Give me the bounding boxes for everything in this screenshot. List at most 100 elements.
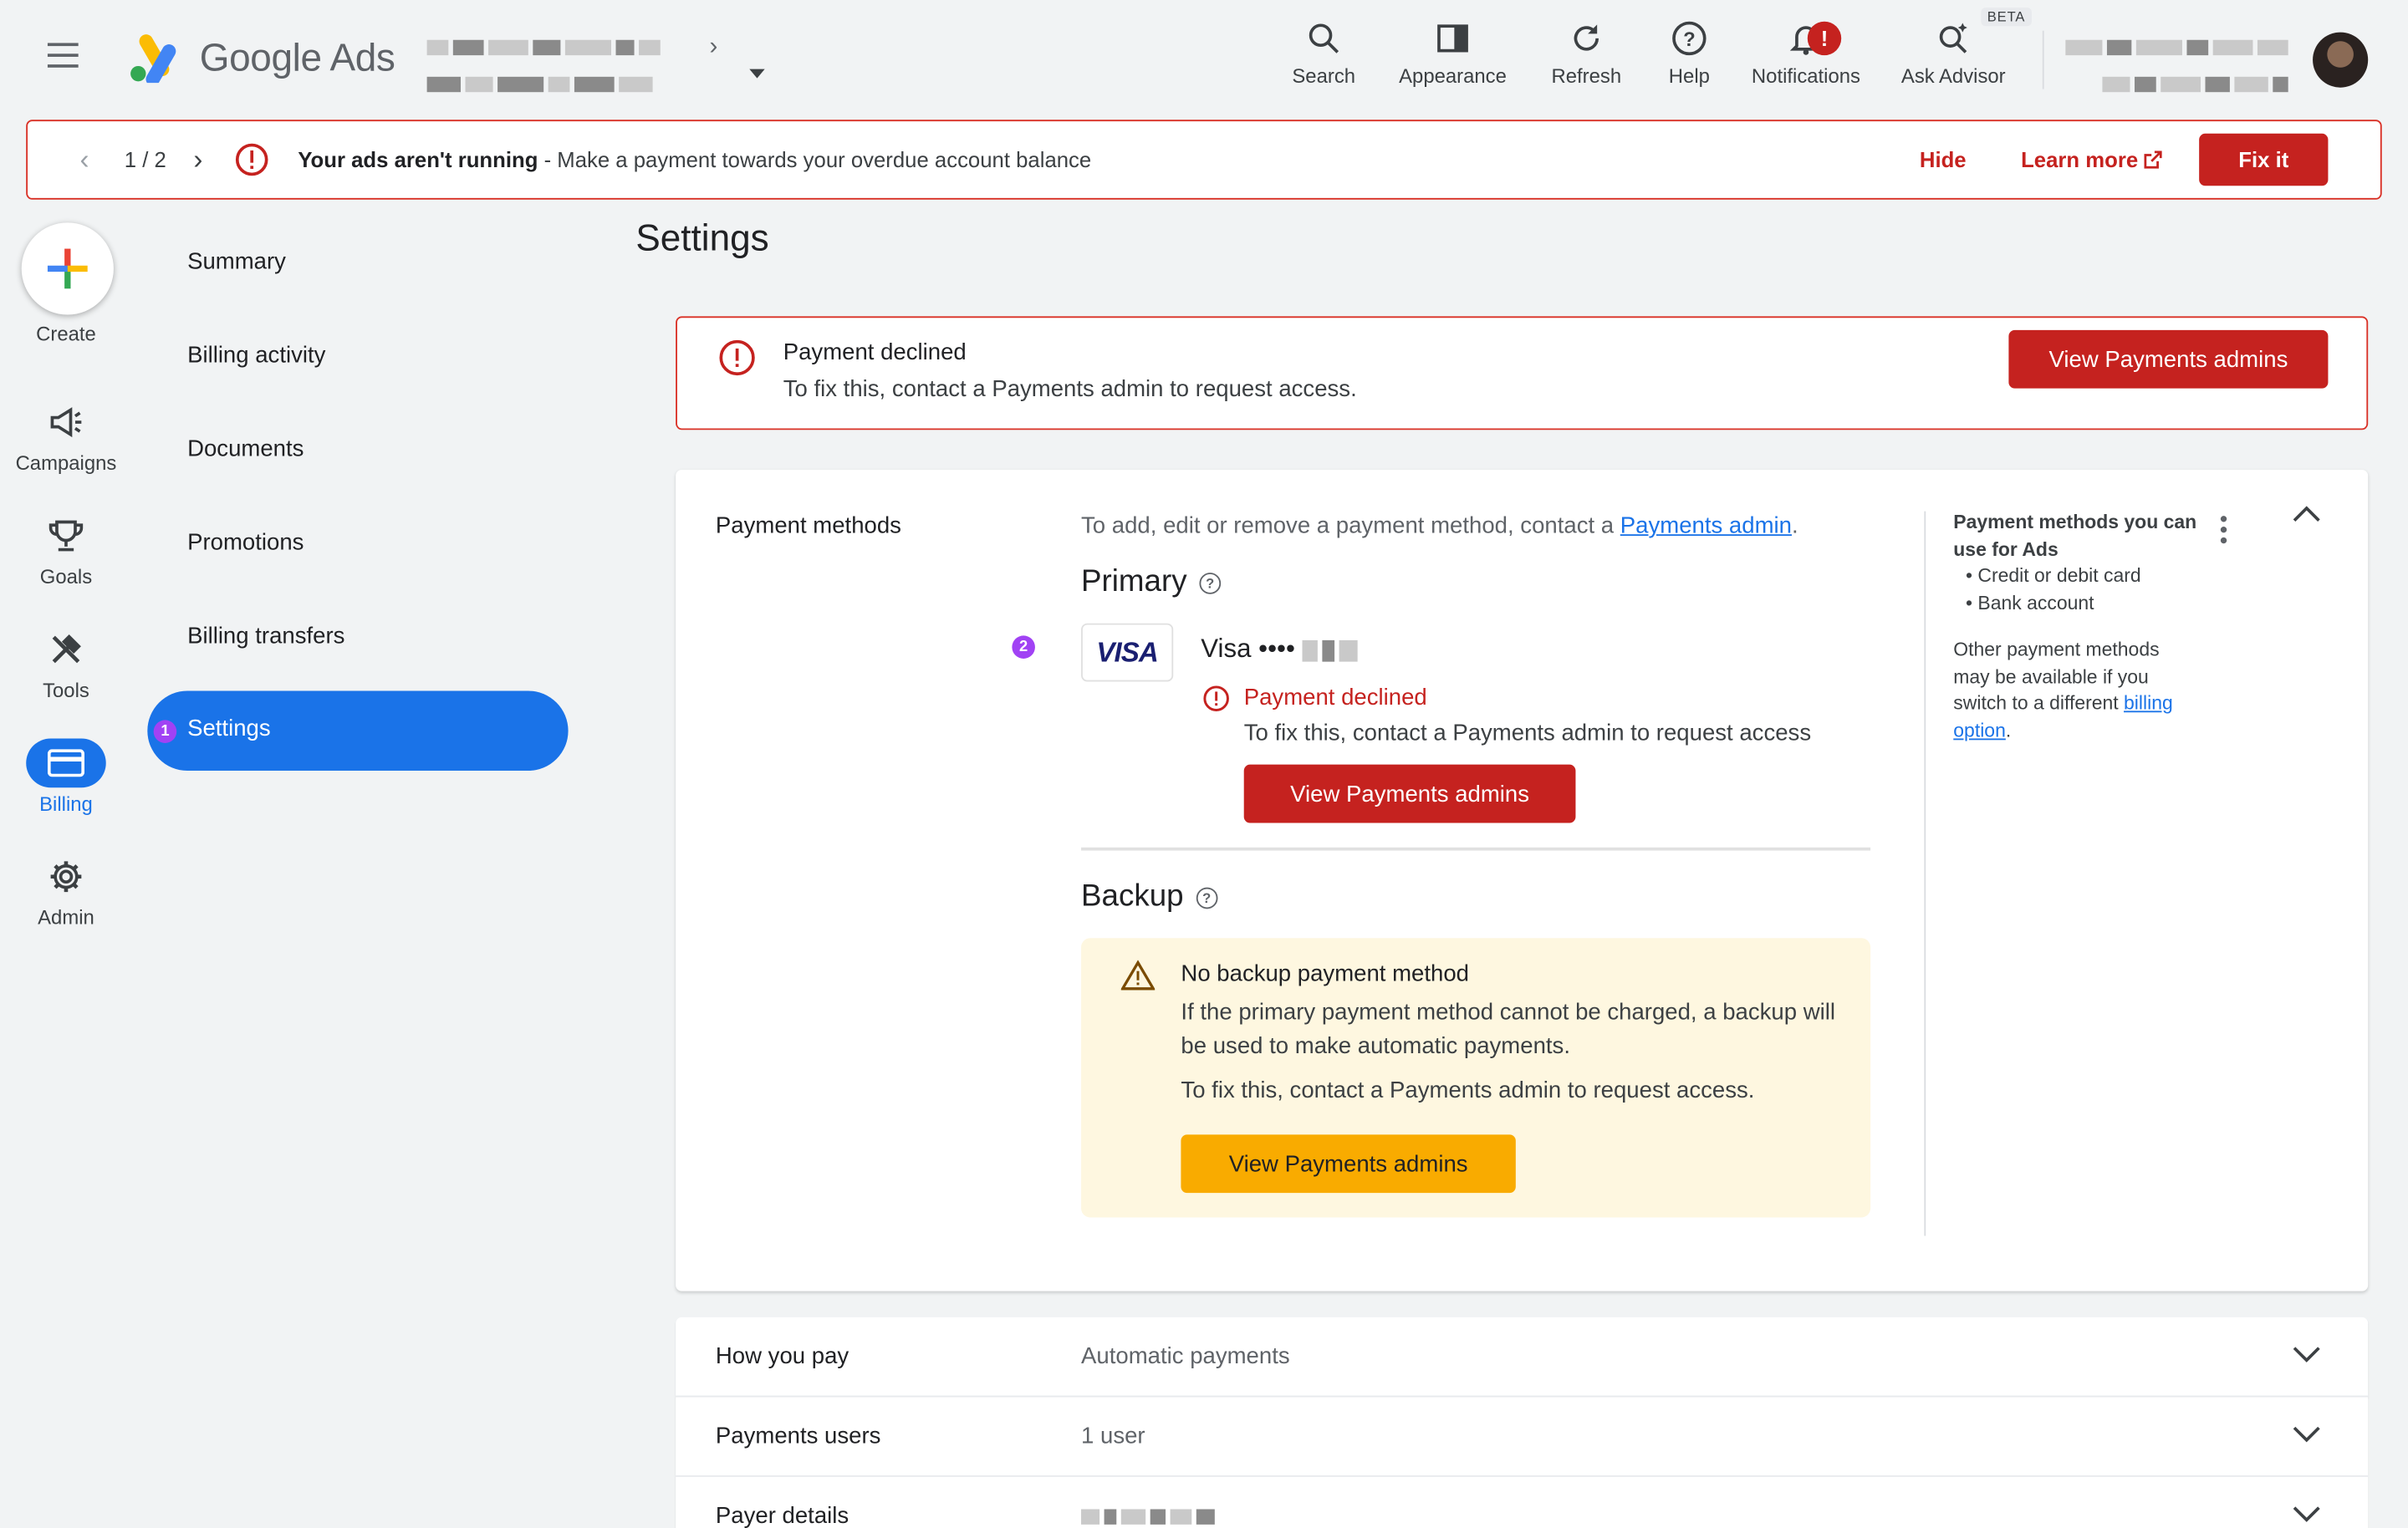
search-icon [1290,15,1358,61]
toolbar-notifications-label: Notifications [1751,64,1860,88]
how-you-pay-row[interactable]: How you pay Automatic payments [676,1317,2369,1398]
side-title: Payment methods you can use for Ads [1953,511,2197,560]
payment-methods-card: Payment methods To add, edit or remove a… [676,470,2369,1291]
primary-heading: Primary? [1081,565,1221,600]
rail-campaigns-label[interactable]: Campaigns [0,451,132,475]
banner-next-icon[interactable]: › [193,145,202,177]
payment-declined-card: Payment declined To fix this, contact a … [676,316,2369,430]
learn-more-link[interactable]: Learn more [2021,147,2162,172]
row-label: Payer details [715,1503,849,1528]
payment-options-info: Payment methods you can use for Ads Cred… [1953,510,2199,745]
declined-desc: To fix this, contact a Payments admin to… [783,375,1357,403]
toolbar-appearance-label: Appearance [1399,64,1507,88]
chevron-up-icon[interactable] [2291,503,2322,532]
chevron-down-icon[interactable] [2291,1424,2322,1453]
help-icon[interactable]: ? [1199,572,1221,594]
account-selector[interactable] [426,33,704,98]
toolbar-appearance[interactable]: Appearance [1395,15,1512,88]
row-label: Payments users [715,1423,881,1449]
fix-it-button[interactable]: Fix it [2199,133,2329,186]
payer-details-row[interactable]: Payer details [676,1476,2369,1528]
declined-title: Payment declined [783,339,967,366]
chevron-down-icon[interactable] [2291,1343,2322,1373]
user-account-info[interactable] [2065,33,2296,98]
toolbar-notifications[interactable]: ! Notifications [1742,15,1870,88]
toolbar-search[interactable]: Search [1290,15,1358,88]
rail-billing-label[interactable]: Billing [0,792,132,816]
backup-warning: No backup payment method If the primary … [1081,938,1871,1218]
subnav-billing-activity[interactable]: Billing activity [187,343,325,369]
chevron-down-icon[interactable] [2291,1503,2322,1528]
backup-heading: Backup? [1081,879,1217,914]
trophy-icon[interactable] [43,516,89,556]
credit-card-icon[interactable] [26,738,106,788]
notification-badge: ! [1807,21,1842,56]
row-label: How you pay [715,1343,849,1370]
rail-tools-label[interactable]: Tools [0,679,132,702]
svg-text:?: ? [1683,28,1696,51]
primary-desc: To fix this, contact a Payments admin to… [1243,720,1812,746]
more-options-icon[interactable] [2220,516,2230,548]
google-ads-logo[interactable] [127,33,182,90]
gear-icon[interactable] [43,857,89,897]
toolbar-refresh[interactable]: Refresh [1548,15,1625,88]
subnav-billing-transfers[interactable]: Billing transfers [187,624,344,649]
warning-icon [1120,960,1156,998]
bell-icon [1742,15,1870,61]
help-icon[interactable]: ? [1196,887,1217,909]
backup-view-admins-button[interactable]: View Payments admins [1181,1134,1516,1194]
subnav-summary[interactable]: Summary [187,249,286,275]
view-payments-admins-button[interactable]: View Payments admins [2008,329,2329,389]
subnav-documents[interactable]: Documents [187,436,304,462]
learn-more-label: Learn more [2021,147,2139,172]
side-divider [1924,511,1926,1236]
primary-view-admins-button[interactable]: View Payments admins [1243,764,1576,823]
brand-name: Google Ads [199,37,395,80]
megaphone-icon[interactable] [43,402,89,442]
plus-icon [47,248,88,289]
step-badge: 1 [153,720,177,743]
help-icon: ? [1661,15,1717,61]
external-link-icon [2144,150,2162,169]
chevron-right-icon[interactable]: › [710,33,718,61]
payments-users-row[interactable]: Payments users 1 user [676,1397,2369,1477]
banner-prev-icon[interactable]: ‹ [80,145,89,177]
subnav-settings[interactable]: 1 Settings [147,690,569,772]
subnav-promotions[interactable]: Promotions [187,530,304,556]
intro-text: To add, edit or remove a payment method,… [1081,512,1620,539]
appearance-icon [1395,15,1512,61]
header-divider [2042,30,2044,89]
backup-desc: If the primary payment method cannot be … [1181,999,1835,1060]
list-item: Credit or debit card [1966,563,2199,590]
error-icon [719,339,756,384]
banner-message-text: - Make a payment towards your overdue ac… [538,147,1092,172]
banner-headline: Your ads aren't running [298,147,538,172]
row-value-redacted [1081,1503,1219,1528]
rail-admin-label[interactable]: Admin [0,906,132,930]
create-button[interactable] [21,222,114,315]
card-name-text: Visa •••• [1201,634,1295,664]
banner-pager: 1 / 2 [124,147,166,172]
toolbar-search-label: Search [1292,64,1356,88]
create-label: Create [36,322,96,346]
toolbar-ask-advisor-label: Ask Advisor [1900,64,2006,88]
toolbar-ask-advisor[interactable]: Ask Advisor [1892,15,2015,88]
tools-icon[interactable] [43,629,89,670]
card-name: Visa •••• [1201,634,1362,665]
banner-message: Your ads aren't running - Make a payment… [298,147,1091,171]
page-title: Settings [635,217,769,260]
hide-link[interactable]: Hide [1920,147,1967,171]
payment-methods-intro: To add, edit or remove a payment method,… [1081,512,1798,538]
menu-icon[interactable] [47,43,84,76]
error-icon [1202,685,1230,720]
dropdown-caret-icon[interactable] [749,69,765,79]
visa-logo: VISA [1081,623,1174,682]
side-list: Credit or debit card Bank account [1966,563,2199,617]
backup-fix: To fix this, contact a Payments admin to… [1181,1077,1755,1104]
rail-goals-label[interactable]: Goals [0,565,132,588]
backup-heading-text: Backup [1081,879,1184,914]
avatar[interactable] [2313,32,2369,88]
top-header: Google Ads › Search Appearance Refresh ?… [0,0,2408,120]
payments-admin-link[interactable]: Payments admin [1620,512,1792,538]
toolbar-help[interactable]: ? Help [1661,15,1717,88]
